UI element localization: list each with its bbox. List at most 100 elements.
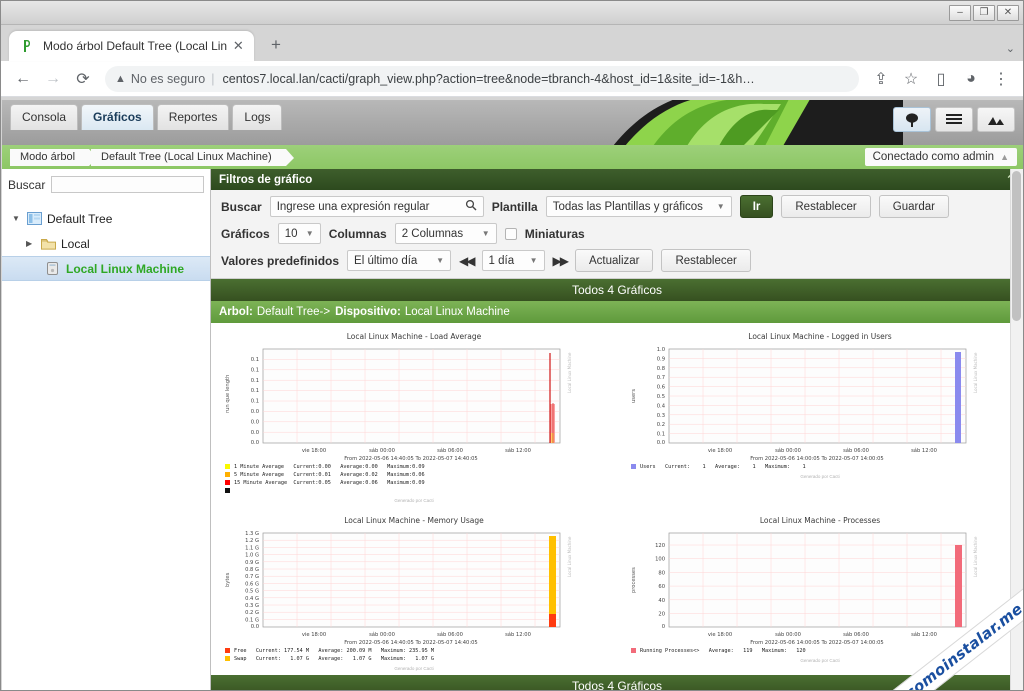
svg-text:sáb 06:00: sáb 06:00 — [437, 447, 463, 454]
tab-consola[interactable]: Consola — [10, 104, 79, 130]
next-period-button[interactable]: ▶▶ — [553, 254, 570, 268]
legend-col-label: Average: — [340, 472, 366, 479]
forward-button[interactable]: → — [39, 65, 67, 93]
presets-label: Valores predefinidos — [221, 253, 340, 268]
previous-period-button[interactable]: ◀◀ — [459, 254, 476, 268]
cacti-header: Consola Gráficos Reportes Logs — [2, 100, 1023, 145]
legend-current: 0.05 — [318, 480, 331, 487]
graph-memory-usage[interactable]: Local Linux Machine - Memory Usage bytes… — [219, 513, 609, 674]
browser-tab[interactable]: Modo árbol Default Tree (Local Linu ✕ — [9, 31, 254, 61]
new-tab-button[interactable]: + — [262, 31, 290, 59]
svg-text:0.1: 0.1 — [251, 388, 259, 394]
tab-reportes[interactable]: Reportes — [156, 104, 230, 130]
svg-text:vie 18:00: vie 18:00 — [708, 632, 732, 638]
device-value: Local Linux Machine — [404, 306, 510, 318]
share-icon[interactable]: ⇪ — [867, 65, 895, 93]
legend-col-label: Maximum: — [387, 464, 413, 470]
thumbnails-checkbox[interactable] — [504, 227, 517, 240]
cacti-page: Consola Gráficos Reportes Logs Modo árbo… — [2, 100, 1023, 690]
legend-row: Swap Current: 1.07 G Average: 1.07 G Max… — [225, 655, 609, 663]
legend-average: 119 — [743, 648, 753, 655]
legend-row: 5 Minute Average Current:0.01 Average:0.… — [225, 471, 609, 479]
chevron-down-icon[interactable]: ▼ — [12, 214, 22, 223]
sidebar-item-local-linux-machine[interactable]: Local Linux Machine — [2, 256, 210, 281]
tab-logs[interactable]: Logs — [232, 104, 283, 130]
svg-text:0.0: 0.0 — [251, 440, 259, 446]
columns-select-value: 2 Columnas — [401, 227, 464, 240]
svg-text:sáb 12:00: sáb 12:00 — [911, 631, 937, 638]
user-status-chip[interactable]: Conectado como admin ▲ — [864, 148, 1017, 166]
svg-text:0: 0 — [662, 624, 665, 630]
save-button[interactable]: Guardar — [878, 195, 949, 218]
go-button[interactable]: Ir — [739, 195, 774, 218]
breadcrumb-item-default-tree[interactable]: Default Tree (Local Linux Machine) — [91, 148, 294, 166]
svg-text:0.2 G: 0.2 G — [245, 610, 259, 616]
browser-menu-icon[interactable]: ⋮ — [987, 65, 1015, 93]
graph-footer: Generado por Cacti — [394, 498, 434, 504]
list-view-icon[interactable] — [935, 107, 973, 132]
reset-period-button[interactable]: Restablecer — [661, 249, 751, 272]
window-maximize-button[interactable]: ❐ — [973, 4, 995, 21]
legend-col-label: Current: — [255, 648, 281, 655]
window-minimize-button[interactable]: – — [949, 4, 971, 21]
back-button[interactable]: ← — [9, 65, 37, 93]
profile-avatar-icon[interactable]: ◕ — [957, 65, 985, 93]
graph-legend: Users Current: 1 Average: 1 Maximum: 1 — [625, 463, 1015, 471]
cacti-banner-graphic — [613, 100, 903, 145]
svg-text:0.1: 0.1 — [251, 357, 259, 363]
chevron-right-icon[interactable]: ▶ — [26, 239, 36, 248]
template-select[interactable]: Todas las Plantillas y gráficos ▼ — [545, 196, 732, 217]
address-bar[interactable]: ▲ No es seguro | centos7.local.lan/cacti… — [105, 65, 859, 92]
graph-logged-in-users[interactable]: Local Linux Machine - Logged in Users us… — [625, 329, 1015, 482]
reload-button[interactable]: ⟳ — [69, 65, 97, 93]
graph-cell[interactable]: Local Linux Machine - Memory Usage bytes… — [211, 507, 617, 675]
refresh-button[interactable]: Actualizar — [574, 249, 654, 272]
close-icon[interactable]: ✕ — [231, 38, 246, 54]
sidebar-item-default-tree[interactable]: ▼ Default Tree — [2, 206, 210, 231]
graph-cell[interactable]: Local Linux Machine - Load Average run q… — [211, 323, 617, 507]
filters-row-1: Buscar Ingrese una expresión regular Pla… — [211, 190, 1023, 218]
sidebar-item-local[interactable]: ▶ Local — [2, 231, 210, 256]
reset-button[interactable]: Restablecer — [781, 195, 871, 218]
sidebar-search-label: Buscar — [8, 177, 46, 192]
graph-cell[interactable]: Local Linux Machine - Logged in Users us… — [617, 323, 1023, 507]
svg-text:0.2: 0.2 — [657, 422, 665, 428]
breadcrumb-item-tree-mode[interactable]: Modo árbol — [10, 148, 98, 166]
legend-col-label: Average: — [340, 464, 366, 470]
svg-text:Local Linux Machine: Local Linux Machine — [567, 536, 572, 577]
svg-text:0.6: 0.6 — [657, 385, 665, 391]
legend-swatch — [225, 656, 230, 662]
browser-tab-title: Modo árbol Default Tree (Local Linu — [43, 39, 227, 53]
legend-current: 0.00 — [318, 464, 331, 470]
legend-col-label: Maximum: — [765, 464, 790, 470]
svg-text:sáb 00:00: sáb 00:00 — [369, 631, 395, 638]
preview-view-icon[interactable] — [977, 107, 1015, 132]
graph-load-average[interactable]: Local Linux Machine - Load Average run q… — [219, 329, 609, 506]
window-close-button[interactable]: ✕ — [997, 4, 1019, 21]
device-label: Dispositivo: — [335, 306, 401, 318]
graphs-count-select[interactable]: 10 ▼ — [277, 223, 321, 244]
chevron-down-icon[interactable]: ⌄ — [1006, 42, 1015, 55]
tab-graficos[interactable]: Gráficos — [81, 104, 154, 130]
svg-text:Local Linux Machine: Local Linux Machine — [973, 536, 978, 577]
scrollbar-thumb[interactable] — [1012, 171, 1021, 321]
tree-label: Arbol: — [219, 306, 253, 318]
legend-swatch — [225, 488, 230, 494]
search-icon[interactable] — [465, 199, 477, 214]
legend-series-name: 5 Minute Average — [234, 472, 284, 479]
filter-search-input[interactable]: Ingrese una expresión regular — [269, 196, 484, 217]
columns-select[interactable]: 2 Columnas ▼ — [394, 223, 497, 244]
legend-col-label: Current: — [293, 464, 319, 470]
tree-view-icon[interactable] — [893, 107, 931, 132]
bookmark-star-icon[interactable]: ☆ — [897, 65, 925, 93]
svg-text:sáb 06:00: sáb 06:00 — [843, 447, 869, 454]
presets-select[interactable]: El último día ▼ — [347, 250, 452, 271]
graph-xlabel: From 2022-05-06 14:00:05 To 2022-05-07 1… — [750, 640, 883, 646]
security-status-text: No es seguro — [130, 71, 206, 86]
svg-text:sáb 12:00: sáb 12:00 — [505, 447, 531, 454]
side-panel-icon[interactable]: ▯ — [927, 65, 955, 93]
svg-text:1.3 G: 1.3 G — [245, 531, 259, 537]
span-select[interactable]: 1 día ▼ — [481, 250, 545, 271]
search-input[interactable] — [51, 176, 204, 193]
tree-device-bar: Arbol: Default Tree-> Dispositivo: Local… — [211, 301, 1023, 323]
